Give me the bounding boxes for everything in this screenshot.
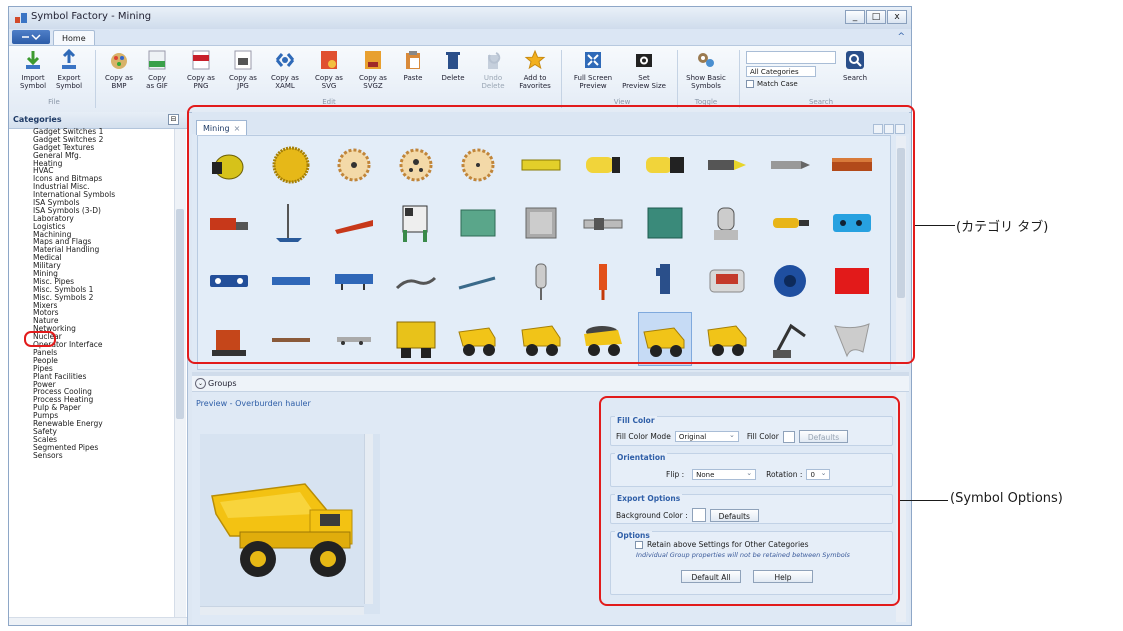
full-screen-preview-label: Full Screen Preview xyxy=(573,74,613,90)
undo-icon xyxy=(488,52,501,69)
category-list: Gadget Switches 1 Gadget Switches 2 Gadget… xyxy=(33,128,173,459)
export-symbol-label: Export Symbol xyxy=(55,74,83,90)
groups-bar[interactable]: ⌄ Groups xyxy=(192,376,909,392)
show-basic-symbols-button[interactable]: Show Basic Symbols xyxy=(683,49,729,90)
set-preview-size-button[interactable]: Set Preview Size xyxy=(621,49,667,90)
export-icon xyxy=(62,49,76,69)
symbol-options-callout: (Symbol Options) xyxy=(950,491,1063,506)
application-menu-button[interactable] xyxy=(12,30,50,44)
copy-png-button[interactable]: Copy as PNG xyxy=(181,49,221,90)
copy-gif-button[interactable]: Copy as GIF xyxy=(137,49,177,90)
paste-icon xyxy=(406,51,420,69)
category-tab-callout-line xyxy=(915,225,955,226)
category-tab-callout: (カテゴリ タブ) xyxy=(956,220,1049,235)
delete-button[interactable]: Delete xyxy=(433,49,473,82)
add-favorites-button[interactable]: Add to Favorites xyxy=(515,49,555,90)
ribbon-collapse-icon[interactable]: ^ xyxy=(897,32,905,42)
jpg-icon xyxy=(234,50,252,70)
preview-canvas xyxy=(200,434,380,614)
ribbon: Import Symbol Export Symbol File Copy as… xyxy=(9,45,911,113)
match-case-checkbox[interactable] xyxy=(746,80,754,88)
preview-hscrollbar[interactable] xyxy=(200,606,364,615)
copy-svg-label: Copy as SVG xyxy=(315,74,343,90)
category-item[interactable]: Heating xyxy=(33,159,173,168)
png-icon xyxy=(192,50,210,70)
undo-delete-button[interactable]: Undo Delete xyxy=(473,49,513,90)
search-button[interactable]: Search xyxy=(835,49,875,82)
copy-bmp-button[interactable]: Copy as BMP xyxy=(99,49,139,90)
copy-svgz-button[interactable]: Copy as SVGZ xyxy=(353,49,393,90)
full-screen-preview-button[interactable]: Full Screen Preview xyxy=(571,49,615,90)
maximize-button[interactable]: □ xyxy=(866,10,886,24)
gif-icon xyxy=(148,50,166,70)
mining-category-highlight xyxy=(24,331,56,347)
overburden-hauler-preview-image xyxy=(211,483,353,577)
preview-title: Preview - Overburden hauler xyxy=(196,399,311,408)
copy-gif-label: Copy as GIF xyxy=(146,74,168,90)
gears-icon xyxy=(698,53,714,67)
search-input[interactable] xyxy=(746,51,836,64)
symbol-options-highlight xyxy=(599,396,900,606)
import-icon xyxy=(26,51,40,69)
category-item[interactable]: People xyxy=(33,356,173,365)
trash-icon xyxy=(446,52,460,69)
delete-label: Delete xyxy=(441,74,465,82)
match-case-label: Match Case xyxy=(757,80,798,88)
title-bar: Symbol Factory - Mining _ □ x xyxy=(9,7,911,30)
camera-icon xyxy=(636,54,652,67)
search-label: Search xyxy=(842,74,868,82)
paste-label: Paste xyxy=(403,74,423,82)
fullscreen-icon xyxy=(585,52,601,68)
copy-bmp-label: Copy as BMP xyxy=(105,74,133,90)
close-button[interactable]: x xyxy=(887,10,907,24)
app-logo-icon xyxy=(15,13,27,23)
copy-jpg-button[interactable]: Copy as JPG xyxy=(223,49,263,90)
bmp-icon xyxy=(111,53,127,69)
import-symbol-label: Import Symbol xyxy=(19,74,47,90)
categories-scrollbar[interactable] xyxy=(174,129,186,619)
categories-title: Categories xyxy=(13,115,62,124)
pin-icon[interactable]: ⊟ xyxy=(168,114,179,125)
add-favorites-label: Add to Favorites xyxy=(519,74,551,90)
set-preview-size-label: Set Preview Size xyxy=(622,74,666,90)
symbol-options-callout-line xyxy=(900,500,948,501)
paste-button[interactable]: Paste xyxy=(393,49,433,82)
copy-xaml-label: Copy as XAML xyxy=(271,74,299,90)
export-symbol-button[interactable]: Export Symbol xyxy=(49,49,89,90)
svgz-icon xyxy=(365,51,381,69)
copy-png-label: Copy as PNG xyxy=(187,74,215,90)
groups-label: Groups xyxy=(208,379,237,388)
categories-panel: Categories ⊟ Gadget Switches 1 Gadget Swi… xyxy=(9,112,188,625)
star-icon xyxy=(524,49,546,70)
import-symbol-button[interactable]: Import Symbol xyxy=(13,49,53,90)
xaml-icon xyxy=(275,53,295,67)
copy-svgz-label: Copy as SVGZ xyxy=(359,74,387,90)
match-case-option[interactable]: Match Case xyxy=(746,80,798,88)
search-icon xyxy=(846,51,864,69)
group-file-label: File xyxy=(48,98,60,106)
window-title: Symbol Factory - Mining xyxy=(31,11,152,22)
groups-toggle-icon[interactable]: ⌄ xyxy=(195,378,206,389)
svg-icon xyxy=(321,51,337,69)
search-category-select[interactable]: All Categories xyxy=(746,66,816,77)
show-basic-symbols-label: Show Basic Symbols xyxy=(686,74,726,90)
preview-vscrollbar[interactable] xyxy=(364,434,373,604)
ribbon-tab-row: Home ^ xyxy=(9,29,911,46)
menu-arrow-icon xyxy=(22,34,41,41)
copy-svg-button[interactable]: Copy as SVG xyxy=(309,49,349,90)
undo-delete-label: Undo Delete xyxy=(481,74,505,90)
copy-xaml-button[interactable]: Copy as XAML xyxy=(265,49,305,90)
category-tab-highlight xyxy=(187,105,915,364)
tab-home[interactable]: Home xyxy=(53,30,95,46)
categories-hscrollbar[interactable] xyxy=(9,617,187,625)
category-item[interactable]: Sensors xyxy=(33,451,173,460)
copy-jpg-label: Copy as JPG xyxy=(229,74,257,90)
minimize-button[interactable]: _ xyxy=(845,10,865,24)
